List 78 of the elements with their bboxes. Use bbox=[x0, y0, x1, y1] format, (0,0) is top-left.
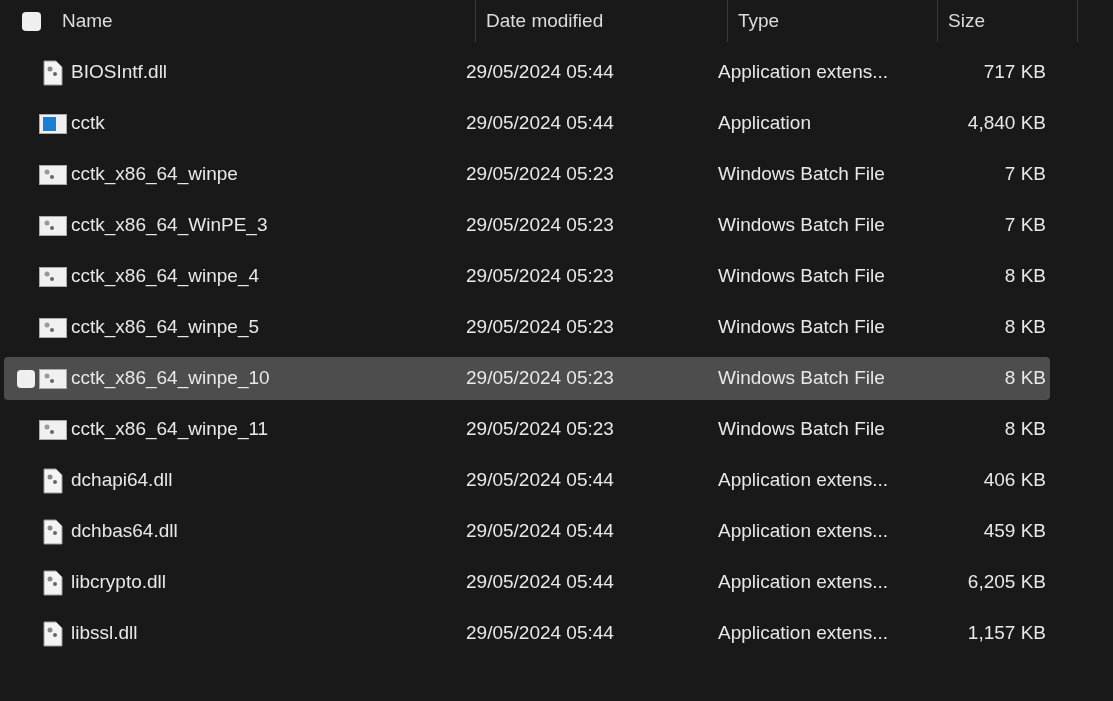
gear-window-icon bbox=[39, 419, 67, 440]
file-size: 8 KB bbox=[1004, 418, 1046, 440]
file-name: cctk_x86_64_winpe_5 bbox=[71, 316, 260, 338]
gear-window-icon bbox=[39, 266, 67, 287]
date-modified: 29/05/2024 05:23 bbox=[466, 418, 614, 440]
file-type: Windows Batch File bbox=[718, 418, 885, 440]
date-modified: 29/05/2024 05:23 bbox=[466, 214, 614, 236]
gear-window-icon bbox=[39, 317, 67, 338]
file-size: 8 KB bbox=[1004, 367, 1046, 389]
file-name: cctk_x86_64_winpe bbox=[71, 163, 238, 185]
gear-document-icon bbox=[43, 620, 63, 647]
gear-document-icon bbox=[43, 518, 63, 545]
gear-document-icon bbox=[43, 59, 63, 86]
select-all-checkbox[interactable] bbox=[22, 11, 41, 31]
file-size: 8 KB bbox=[1004, 265, 1046, 287]
file-name: dchapi64.dll bbox=[71, 469, 173, 491]
file-size: 8 KB bbox=[1004, 316, 1046, 338]
file-type: Windows Batch File bbox=[718, 316, 885, 338]
date-modified: 29/05/2024 05:44 bbox=[466, 61, 614, 83]
date-modified: 29/05/2024 05:44 bbox=[466, 112, 614, 134]
file-row[interactable]: cctk_x86_64_winpe_11 29/05/2024 05:23 Windows Batch File 8 KB bbox=[4, 408, 1050, 451]
gear-document-icon bbox=[43, 569, 63, 596]
file-type: Windows Batch File bbox=[718, 214, 885, 236]
file-type: Windows Batch File bbox=[718, 367, 885, 389]
column-header[interactable]: Name bbox=[62, 6, 113, 36]
column-header[interactable]: Size bbox=[948, 6, 985, 36]
file-type: Application extens... bbox=[718, 61, 889, 83]
date-modified: 29/05/2024 05:44 bbox=[466, 469, 614, 491]
file-name: BIOSIntf.dll bbox=[71, 61, 168, 83]
date-modified: 29/05/2024 05:44 bbox=[466, 520, 614, 542]
file-row[interactable]: libssl.dll 29/05/2024 05:44 Application extens... 1,157 KB bbox=[4, 612, 1050, 655]
file-row[interactable]: libcrypto.dll 29/05/2024 05:44 Application extens... 6,205 KB bbox=[4, 561, 1050, 604]
date-modified: 29/05/2024 05:23 bbox=[466, 265, 614, 287]
application-window-icon bbox=[39, 113, 67, 134]
file-row[interactable]: cctk_x86_64_winpe 29/05/2024 05:23 Windows Batch File 7 KB bbox=[4, 153, 1050, 196]
gear-window-icon bbox=[39, 164, 67, 185]
date-modified: 29/05/2024 05:23 bbox=[466, 367, 614, 389]
file-name: dchbas64.dll bbox=[71, 520, 178, 542]
column-header[interactable]: Date modified bbox=[486, 6, 604, 36]
column-header[interactable]: Type bbox=[738, 6, 780, 36]
file-type: Application extens... bbox=[718, 469, 889, 491]
file-row[interactable]: cctk_x86_64_winpe_4 29/05/2024 05:23 Windows Batch File 8 KB bbox=[4, 255, 1050, 298]
file-row[interactable]: dchapi64.dll 29/05/2024 05:44 Application extens... 406 KB bbox=[4, 459, 1050, 502]
file-name: cctk_x86_64_winpe_10 bbox=[71, 367, 270, 389]
file-size: 459 KB bbox=[983, 520, 1046, 542]
date-modified: 29/05/2024 05:23 bbox=[466, 316, 614, 338]
date-modified: 29/05/2024 05:23 bbox=[466, 163, 614, 185]
file-size: 4,840 KB bbox=[967, 112, 1046, 134]
file-size: 406 KB bbox=[983, 469, 1046, 491]
file-name: cctk_x86_64_winpe_4 bbox=[71, 265, 260, 287]
file-type: Application extens... bbox=[718, 571, 889, 593]
file-row[interactable]: cctk 29/05/2024 05:44 Application 4,840 KB bbox=[4, 102, 1050, 145]
gear-document-icon bbox=[43, 467, 63, 494]
date-modified: 29/05/2024 05:44 bbox=[466, 571, 614, 593]
file-row[interactable]: cctk_x86_64_WinPE_3 29/05/2024 05:23 Windows Batch File 7 KB bbox=[4, 204, 1050, 247]
file-row[interactable]: BIOSIntf.dll 29/05/2024 05:44 Application extens... 717 KB bbox=[4, 51, 1050, 94]
file-name: cctk_x86_64_winpe_11 bbox=[71, 418, 269, 440]
file-type: Windows Batch File bbox=[718, 265, 885, 287]
file-size: 7 KB bbox=[1004, 163, 1046, 185]
file-size: 6,205 KB bbox=[967, 571, 1046, 593]
file-size: 1,157 KB bbox=[967, 622, 1046, 644]
file-name: libcrypto.dll bbox=[71, 571, 167, 593]
file-row[interactable]: cctk_x86_64_winpe_10 29/05/2024 05:23 Windows Batch File 8 KB bbox=[4, 357, 1050, 400]
file-type: Windows Batch File bbox=[718, 163, 885, 185]
gear-window-icon bbox=[39, 368, 67, 389]
file-name: libssl.dll bbox=[71, 622, 138, 644]
file-name: cctk bbox=[71, 112, 105, 134]
file-size: 717 KB bbox=[983, 61, 1046, 83]
file-size: 7 KB bbox=[1004, 214, 1046, 236]
file-type: Application extens... bbox=[718, 622, 889, 644]
file-name: cctk_x86_64_WinPE_3 bbox=[71, 214, 268, 236]
file-type: Application bbox=[718, 112, 811, 134]
gear-window-icon bbox=[39, 215, 67, 236]
file-row[interactable]: dchbas64.dll 29/05/2024 05:44 Application extens... 459 KB bbox=[4, 510, 1050, 553]
row-checkbox[interactable] bbox=[17, 369, 35, 388]
file-row[interactable]: cctk_x86_64_winpe_5 29/05/2024 05:23 Windows Batch File 8 KB bbox=[4, 306, 1050, 349]
date-modified: 29/05/2024 05:44 bbox=[466, 622, 614, 644]
file-type: Application extens... bbox=[718, 520, 889, 542]
